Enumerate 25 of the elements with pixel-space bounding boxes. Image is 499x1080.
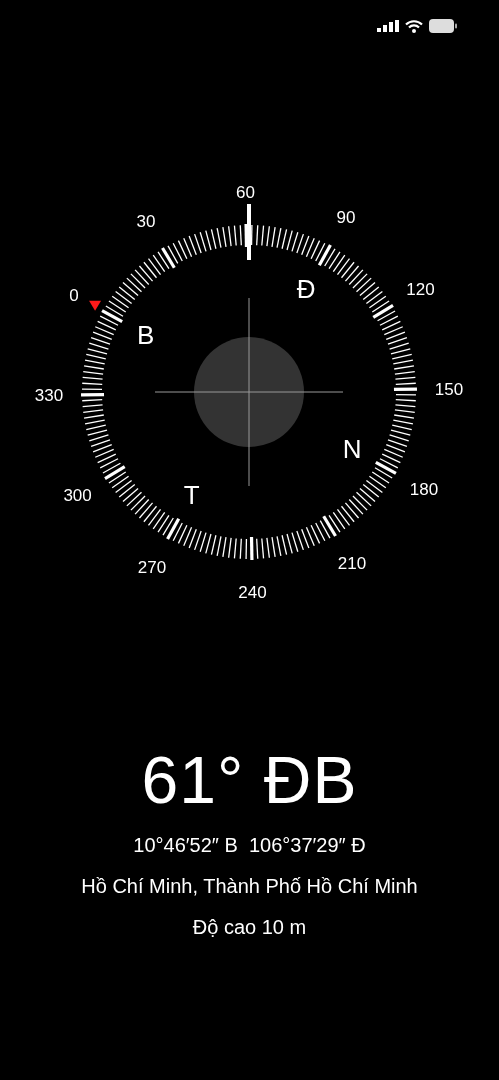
degree-label: 180	[409, 479, 439, 499]
heading-reading: 61° ĐB	[141, 745, 358, 815]
degree-label: 90	[336, 208, 356, 228]
altitude-text: Độ cao 10 m	[192, 915, 307, 939]
coordinates-text: 10°46′52″ B 106°37′29″ Đ	[133, 833, 366, 857]
cardinal-label: Đ	[296, 273, 316, 304]
degree-label: 270	[137, 557, 167, 577]
degree-label: 30	[136, 211, 156, 231]
cardinal-label: N	[342, 434, 362, 465]
degree-label: 210	[337, 554, 367, 574]
wifi-icon	[405, 19, 423, 33]
location-text: Hồ Chí Minh, Thành Phố Hồ Chí Minh	[81, 874, 418, 898]
degree-label: 300	[63, 486, 92, 505]
degree-label: 120	[406, 280, 435, 299]
north-marker-icon	[89, 300, 102, 311]
degree-label: 0	[69, 286, 79, 306]
signal-icon	[377, 20, 399, 32]
heading-indicator	[247, 204, 251, 260]
degree-label: 330	[34, 386, 64, 406]
degree-label: 60	[236, 183, 255, 203]
cardinal-label: B	[137, 319, 155, 350]
cardinal-label: T	[183, 480, 200, 511]
degree-label: 240	[238, 582, 267, 602]
degree-label: 150	[434, 379, 464, 399]
battery-icon	[429, 19, 457, 33]
